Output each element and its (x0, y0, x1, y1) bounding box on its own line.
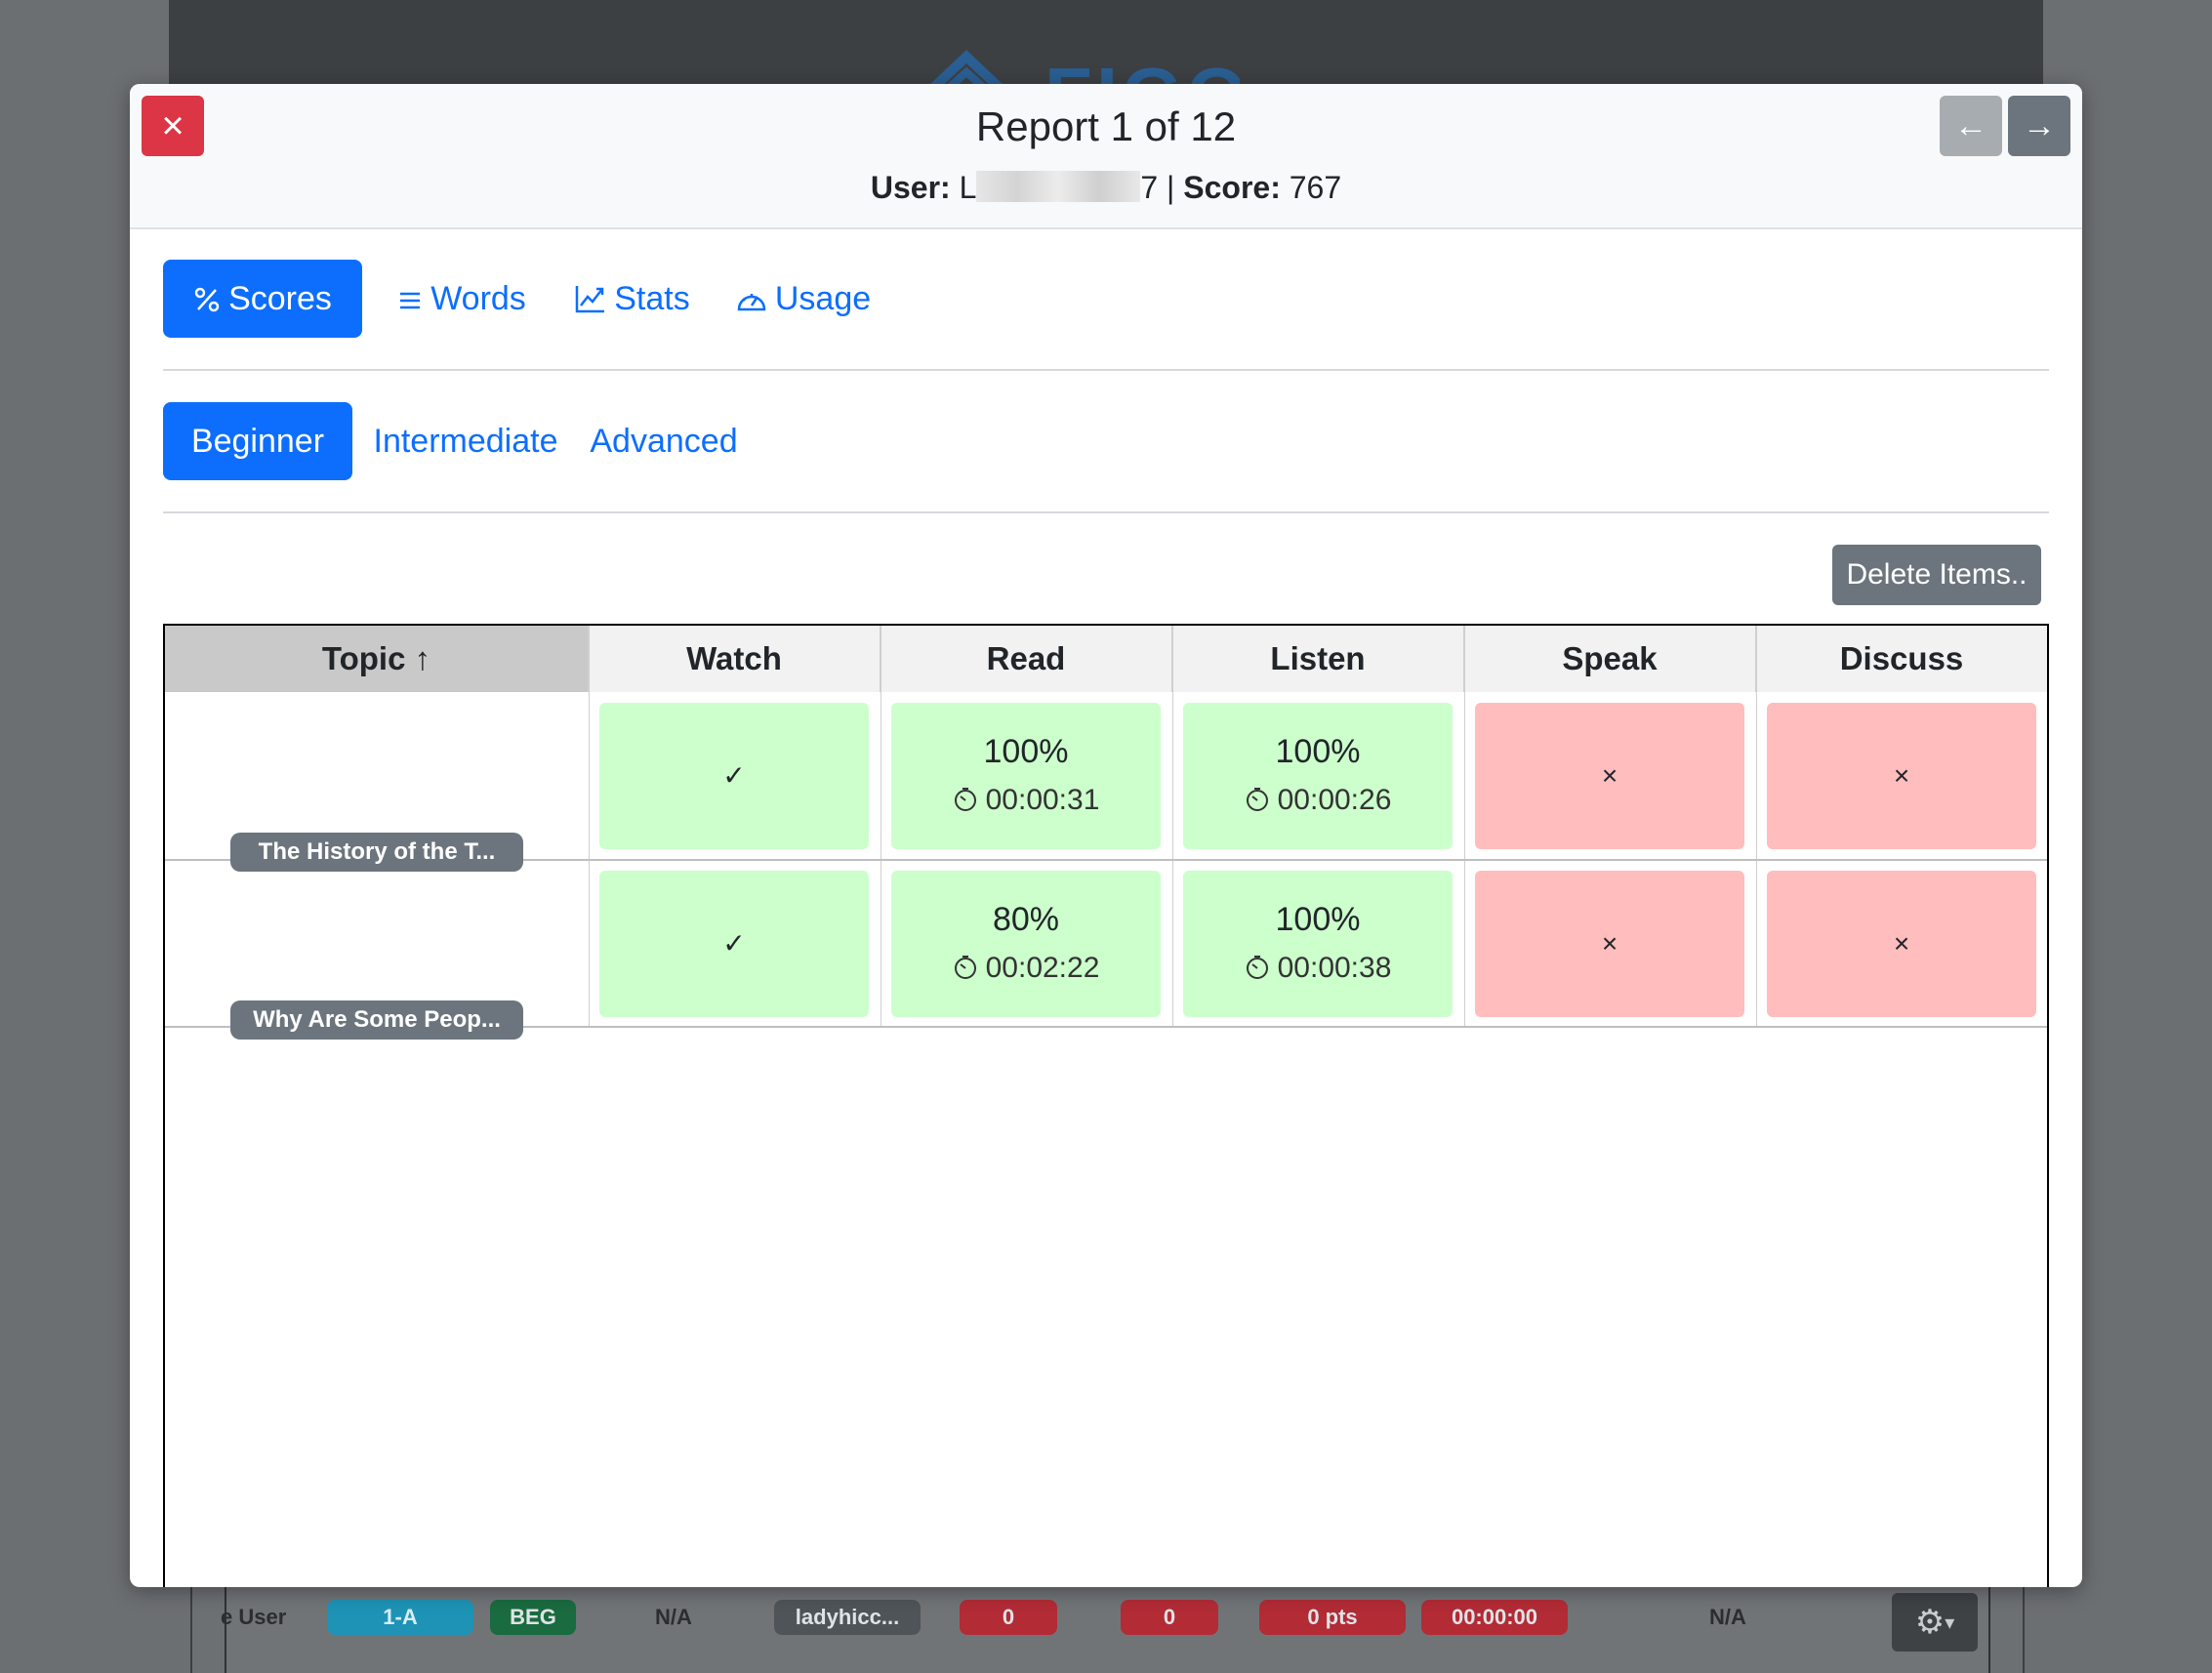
column-header-read[interactable]: Read (881, 626, 1172, 692)
stopwatch-icon (1246, 788, 1268, 811)
redacted-name-block (976, 171, 1141, 202)
check-icon: ✓ (722, 760, 746, 791)
read-time: 00:02:22 (891, 949, 1161, 988)
read-percent: 80% (992, 901, 1060, 938)
speak-cell[interactable]: × (1475, 703, 1744, 849)
listen-time: 00:00:26 (1183, 781, 1453, 820)
caret-down-icon: ▾ (1945, 1612, 1955, 1634)
stopwatch-icon (954, 956, 976, 979)
delete-items-button[interactable]: Delete Items.. (1832, 545, 2041, 605)
tab-label: Scores (228, 280, 332, 317)
modal-subtitle: User: L7 | Score: 767 (130, 170, 2082, 206)
previous-report-button[interactable]: ← (1940, 96, 2002, 156)
tab-usage[interactable]: Usage (725, 260, 881, 338)
report-tabs: Scores Words Stats Usage (163, 260, 2049, 338)
column-divider (1172, 626, 1173, 1027)
bg-time-badge: 00:00:00 (1421, 1600, 1568, 1635)
level-tabs: Beginner Intermediate Advanced (163, 402, 2049, 480)
tab-stats[interactable]: Stats (559, 260, 706, 338)
listen-time: 00:00:38 (1183, 949, 1453, 988)
tab-label: Words (430, 280, 526, 317)
bg-username-badge: ladyhicc... (774, 1600, 921, 1635)
score-label: Score: (1183, 170, 1281, 205)
tab-words[interactable]: Words (384, 260, 540, 338)
speak-cell[interactable]: × (1475, 871, 1744, 1017)
tab-label: Stats (614, 280, 690, 317)
list-icon (400, 292, 421, 309)
separator: | (1167, 170, 1175, 205)
report-modal: × Report 1 of 12 User: L7 | Score: 767 ←… (130, 84, 2082, 1587)
tab-scores[interactable]: Scores (163, 260, 362, 338)
column-divider (589, 626, 590, 1027)
score-value: 767 (1289, 170, 1342, 205)
gear-icon: ⚙ (1914, 1604, 1946, 1641)
speedometer-icon (737, 294, 766, 311)
bg-na-cell: N/A (1709, 1605, 1746, 1629)
x-icon: × (1893, 928, 1910, 959)
levels-divider (163, 511, 2049, 513)
read-cell[interactable]: 100% 00:00:31 (891, 703, 1161, 849)
column-header-listen[interactable]: Listen (1172, 626, 1464, 692)
read-percent: 100% (983, 733, 1069, 770)
bg-class-badge: 1-A (327, 1600, 473, 1635)
watch-cell[interactable]: ✓ (599, 871, 869, 1017)
tabs-divider (163, 369, 2049, 371)
bg-points-badge: 0 pts (1259, 1600, 1406, 1635)
modal-title: Report 1 of 12 (975, 103, 1237, 149)
x-icon: × (1601, 760, 1618, 791)
column-divider (1464, 626, 1465, 1027)
tab-intermediate[interactable]: Intermediate (368, 402, 563, 480)
x-icon: × (1893, 760, 1910, 791)
bg-count-badge: 0 (960, 1600, 1057, 1635)
topic-badge[interactable]: Why Are Some Peop... (230, 1000, 523, 1040)
topic-badge[interactable]: The History of the T... (230, 833, 523, 872)
column-divider (1756, 626, 1757, 1027)
gear-dropdown-button[interactable]: ⚙▾ (1892, 1593, 1978, 1652)
tab-advanced[interactable]: Advanced (583, 402, 745, 480)
discuss-cell[interactable]: × (1767, 871, 2036, 1017)
graph-icon (576, 286, 605, 313)
modal-header: × Report 1 of 12 User: L7 | Score: 767 ←… (130, 84, 2082, 229)
bg-level-badge: BEG (490, 1600, 576, 1635)
listen-cell[interactable]: 100% 00:00:26 (1183, 703, 1453, 849)
tab-label: Usage (774, 280, 872, 317)
listen-cell[interactable]: 100% 00:00:38 (1183, 871, 1453, 1017)
bg-count-badge: 0 (1121, 1600, 1218, 1635)
scores-table: Topic ↑ Watch Read Listen Speak Discuss … (163, 624, 2049, 1587)
tab-beginner[interactable]: Beginner (163, 402, 352, 480)
stopwatch-icon (1246, 956, 1268, 979)
user-name: L7 (959, 170, 1159, 205)
percent-icon (194, 287, 220, 312)
column-header-speak[interactable]: Speak (1464, 626, 1756, 692)
bg-user-cell: e User (221, 1605, 287, 1629)
listen-percent: 100% (1275, 901, 1361, 938)
arrow-right-icon: → (2023, 107, 2056, 144)
bg-na-cell: N/A (655, 1605, 692, 1629)
x-icon: × (1601, 928, 1618, 959)
column-header-watch[interactable]: Watch (589, 626, 881, 692)
stopwatch-icon (954, 788, 976, 811)
column-header-topic[interactable]: Topic ↑ (165, 626, 589, 692)
listen-percent: 100% (1275, 733, 1361, 770)
check-icon: ✓ (722, 928, 746, 959)
column-header-discuss[interactable]: Discuss (1756, 626, 2047, 692)
next-report-button[interactable]: → (2008, 96, 2070, 156)
read-cell[interactable]: 80% 00:02:22 (891, 871, 1161, 1017)
user-label: User: (870, 170, 951, 205)
discuss-cell[interactable]: × (1767, 703, 2036, 849)
read-time: 00:00:31 (891, 781, 1161, 820)
watch-cell[interactable]: ✓ (599, 703, 869, 849)
arrow-left-icon: ← (1954, 107, 1987, 144)
